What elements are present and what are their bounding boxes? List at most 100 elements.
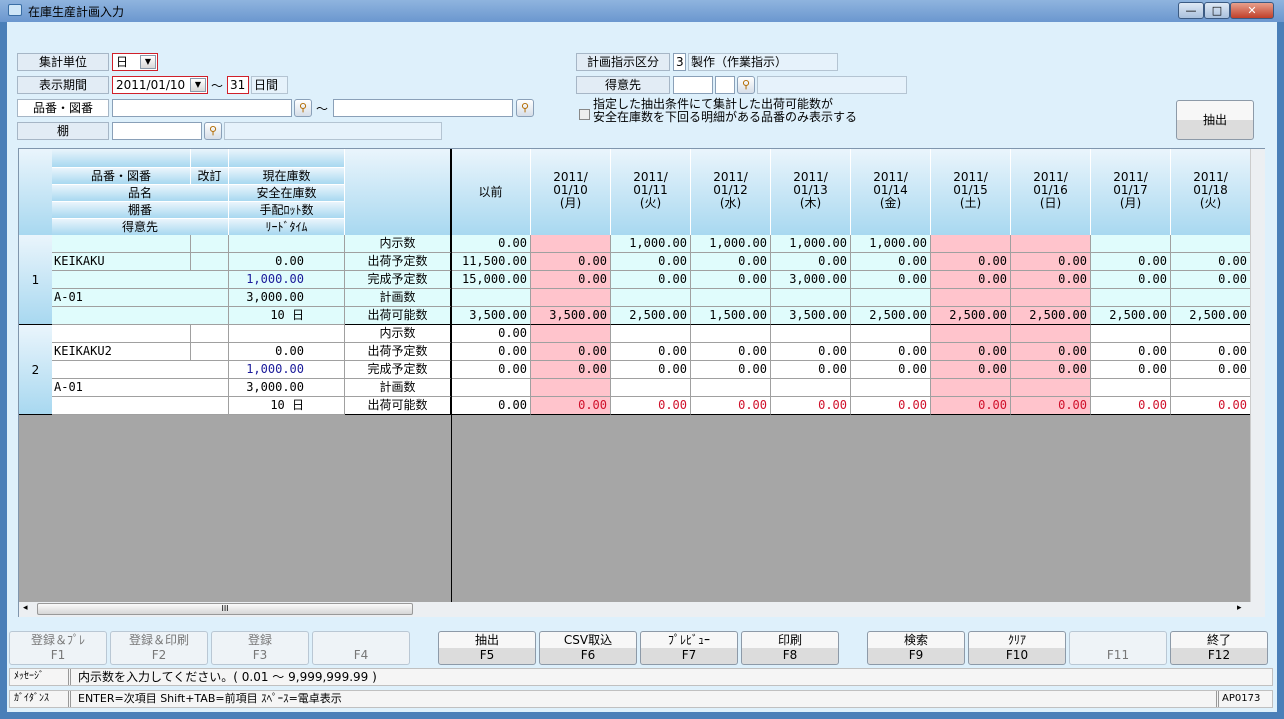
item-stock[interactable]: 0.00 [229, 343, 345, 361]
horizontal-scrollbar[interactable]: ◂ III ▸ [19, 602, 1265, 617]
grid-cell[interactable]: 0.00 [611, 361, 691, 379]
grid-cell[interactable]: 0.00 [851, 397, 931, 415]
grid-cell[interactable] [1011, 325, 1091, 343]
grid-cell[interactable]: 0.00 [451, 325, 531, 343]
grid-cell[interactable] [611, 325, 691, 343]
grid-cell[interactable] [1171, 289, 1251, 307]
grid-cell[interactable]: 0.00 [451, 397, 531, 415]
grid-cell[interactable] [451, 289, 531, 307]
grid-cell[interactable] [691, 379, 771, 397]
minimize-button[interactable]: — [1178, 2, 1204, 19]
grid-cell[interactable]: 0.00 [531, 271, 611, 289]
grid-cell[interactable]: 2,500.00 [851, 307, 931, 325]
part-from-input[interactable] [112, 99, 292, 117]
grid-cell[interactable]: 2,500.00 [1091, 307, 1171, 325]
item-shelf[interactable]: A-01 [52, 289, 229, 307]
grid-cell[interactable] [531, 289, 611, 307]
grid-cell[interactable]: 0.00 [851, 253, 931, 271]
scroll-thumb[interactable]: III [37, 603, 413, 615]
grid-cell[interactable]: 0.00 [1011, 253, 1091, 271]
grid-cell[interactable] [1171, 379, 1251, 397]
grid-cell[interactable]: 0.00 [1091, 343, 1171, 361]
grid-cell[interactable] [691, 325, 771, 343]
grid-cell[interactable]: 1,000.00 [691, 235, 771, 253]
grid-cell[interactable]: 0.00 [611, 253, 691, 271]
grid-cell[interactable]: 1,000.00 [611, 235, 691, 253]
grid-cell[interactable] [771, 289, 851, 307]
grid-cell[interactable]: 2,500.00 [931, 307, 1011, 325]
grid-cell[interactable]: 1,000.00 [771, 235, 851, 253]
grid-cell[interactable]: 0.00 [451, 343, 531, 361]
scroll-right-icon[interactable]: ▸ [1237, 603, 1242, 613]
grid-cell[interactable]: 0.00 [931, 253, 1011, 271]
grid-cell[interactable]: 0.00 [771, 343, 851, 361]
grid-cell[interactable]: 3,000.00 [771, 271, 851, 289]
maximize-button[interactable]: □ [1204, 2, 1230, 19]
fkey-f10-button[interactable]: ｸﾘｱ F10 [968, 631, 1066, 665]
fkey-f2-button[interactable]: 登録＆印刷 F2 [110, 631, 208, 665]
grid-cell[interactable] [611, 289, 691, 307]
grid-cell[interactable]: 0.00 [531, 397, 611, 415]
grid-cell[interactable]: 0.00 [1171, 271, 1251, 289]
fkey-f5-button[interactable]: 抽出 F5 [438, 631, 536, 665]
customer-code1-input[interactable] [673, 76, 713, 94]
period-days-input[interactable]: 31 [227, 76, 249, 94]
grid-cell[interactable]: 2,500.00 [611, 307, 691, 325]
grid-cell[interactable] [1171, 325, 1251, 343]
fkey-f9-button[interactable]: 検索 F9 [867, 631, 965, 665]
grid-cell[interactable]: 0.00 [531, 361, 611, 379]
vertical-scrollbar[interactable] [1250, 149, 1265, 603]
grid-cell[interactable]: 0.00 [931, 361, 1011, 379]
grid-cell[interactable]: 0.00 [691, 397, 771, 415]
grid-cell[interactable] [531, 325, 611, 343]
search-icon[interactable]: ⚲ [204, 122, 222, 140]
grid-cell[interactable]: 0.00 [1171, 343, 1251, 361]
grid-cell[interactable] [1011, 235, 1091, 253]
grid-cell[interactable]: 1,500.00 [691, 307, 771, 325]
item-part[interactable]: KEIKAKU [52, 253, 191, 271]
fkey-f4-button[interactable]: F4 [312, 631, 410, 665]
grid-cell[interactable] [851, 289, 931, 307]
grid-cell[interactable]: 0.00 [531, 253, 611, 271]
close-button[interactable]: ✕ [1230, 2, 1274, 19]
scroll-left-icon[interactable]: ◂ [23, 603, 28, 613]
fkey-f7-button[interactable]: ﾌﾟﾚﾋﾞｭｰ F7 [640, 631, 738, 665]
chevron-down-icon[interactable]: ▼ [140, 55, 156, 69]
grid-cell[interactable]: 0.00 [1171, 361, 1251, 379]
grid-cell[interactable] [851, 379, 931, 397]
item-safety[interactable]: 1,000.00 [229, 361, 345, 379]
item-customer[interactable] [52, 397, 229, 415]
grid-cell[interactable]: 0.00 [931, 271, 1011, 289]
search-icon[interactable]: ⚲ [294, 99, 312, 117]
grid-cell[interactable]: 0.00 [1011, 271, 1091, 289]
fkey-f6-button[interactable]: CSV取込 F6 [539, 631, 637, 665]
grid-cell[interactable]: 0.00 [1011, 343, 1091, 361]
plan-type-code-input[interactable]: 3 [673, 53, 686, 71]
grid-cell[interactable]: 11,500.00 [451, 253, 531, 271]
grid-cell[interactable]: 3,500.00 [771, 307, 851, 325]
item-lead[interactable]: 10 日 [229, 307, 345, 325]
grid-cell[interactable]: 0.00 [931, 397, 1011, 415]
item-rev[interactable] [191, 253, 229, 271]
unit-select[interactable]: 日 ▼ [112, 53, 158, 71]
grid-cell[interactable]: 0.00 [531, 343, 611, 361]
grid-cell[interactable] [611, 379, 691, 397]
grid-cell[interactable]: 2,500.00 [1171, 307, 1251, 325]
grid-cell[interactable]: 0.00 [1011, 361, 1091, 379]
grid-cell[interactable]: 0.00 [1091, 253, 1171, 271]
extract-button[interactable]: 抽出 [1176, 100, 1254, 140]
grid-cell[interactable]: 0.00 [851, 343, 931, 361]
grid-cell[interactable]: 0.00 [851, 361, 931, 379]
grid-cell[interactable] [931, 379, 1011, 397]
period-start-select[interactable]: 2011/01/10 ▼ [112, 76, 208, 94]
fkey-f11-button[interactable]: F11 [1069, 631, 1167, 665]
part-to-input[interactable] [333, 99, 513, 117]
cell-blank[interactable] [229, 235, 345, 253]
grid-cell[interactable] [1091, 325, 1171, 343]
item-shelf[interactable]: A-01 [52, 379, 229, 397]
grid-cell[interactable] [771, 379, 851, 397]
grid-cell[interactable]: 0.00 [1091, 271, 1171, 289]
item-lot[interactable]: 3,000.00 [229, 289, 345, 307]
grid-cell[interactable]: 0.00 [1091, 397, 1171, 415]
grid-cell[interactable] [1011, 379, 1091, 397]
